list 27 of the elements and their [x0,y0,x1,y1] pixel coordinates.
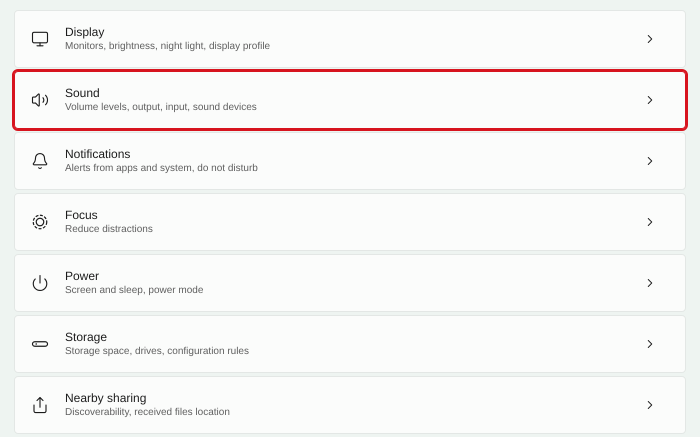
item-description: Discoverability, received files location [65,406,231,420]
item-description: Alerts from apps and system, do not disturb [65,162,259,176]
settings-item[interactable]: Power Screen and sleep, power mode [14,254,686,312]
power-icon [31,274,49,292]
item-description: Storage space, drives, configuration rules [65,345,250,359]
item-title: Power [65,268,100,284]
settings-item[interactable]: Sound Volume levels, output, input, sound devices [14,71,686,129]
item-title: Display [65,24,106,40]
settings-item[interactable]: Storage Storage space, drives, configuration rules [14,315,686,373]
settings-item[interactable]: Notifications Alerts from apps and system, do not disturb [14,132,686,190]
item-description: Volume levels, output, input, sound devices [65,101,258,115]
share-icon [31,396,49,414]
item-description: Reduce distractions [65,223,154,237]
item-description: Screen and sleep, power mode [65,284,204,298]
settings-item[interactable]: Nearby sharing Discoverability, received files location [14,376,686,434]
target-icon [31,213,49,231]
item-title: Sound [65,85,101,101]
settings-item[interactable]: Focus Reduce distractions [14,193,686,251]
item-title: Notifications [65,146,132,162]
item-title: Focus [65,207,99,223]
bell-icon [31,152,49,170]
settings-item[interactable]: Display Monitors, brightness, night light, display profile [14,10,686,68]
monitor-icon [31,30,49,48]
item-title: Nearby sharing [65,390,148,406]
item-description: Monitors, brightness, night light, display profile [65,40,272,54]
speaker-icon [31,91,49,109]
item-title: Storage [65,329,108,345]
